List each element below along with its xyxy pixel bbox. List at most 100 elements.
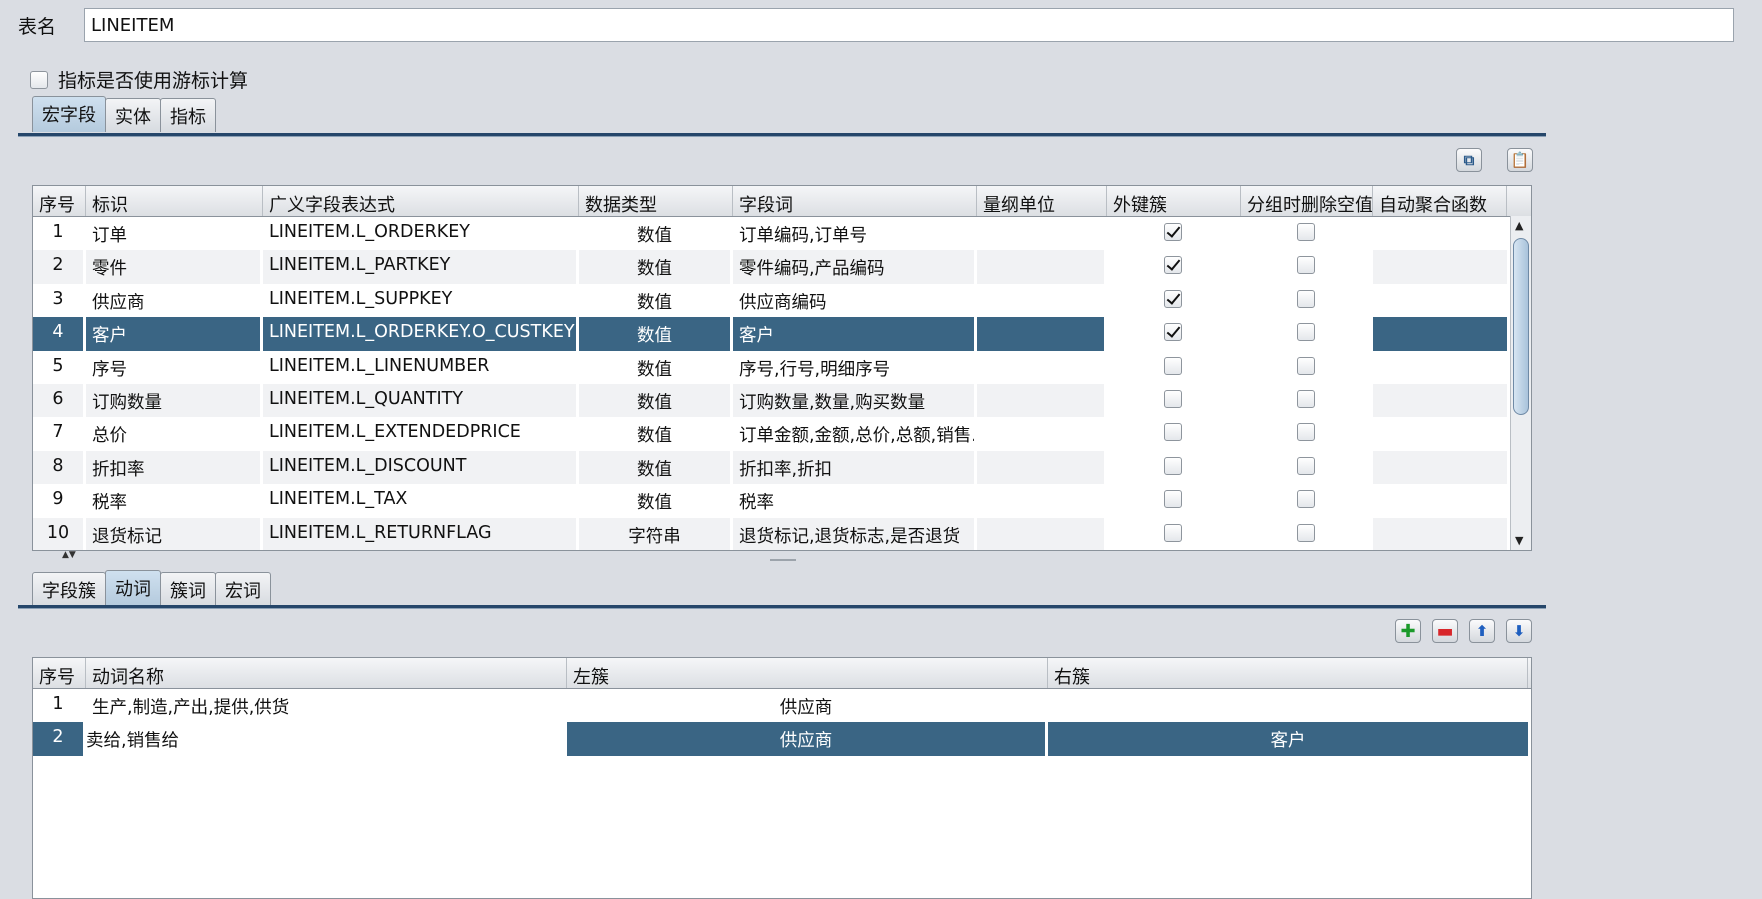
table-cell-no[interactable]: 2 xyxy=(33,250,83,284)
table-cell-del_null[interactable] xyxy=(1241,250,1370,283)
remove-null-checkbox[interactable] xyxy=(1296,323,1315,342)
table-cell-del_null[interactable] xyxy=(1241,518,1370,550)
foreign-key-checkbox[interactable] xyxy=(1163,456,1182,475)
splitter-grip-icon[interactable] xyxy=(770,559,796,561)
splitter-collapse-icon[interactable]: ▲▼ xyxy=(62,550,76,560)
table-cell-agg[interactable] xyxy=(1373,450,1507,485)
table-cell-type[interactable]: 数值 xyxy=(579,351,730,384)
cursor-calc-option[interactable]: 指标是否使用游标计算 xyxy=(30,66,248,93)
table-row[interactable]: 4 客户 LINEITEM.L_ORDERKEY.O_CUSTKEY 数值 客户 xyxy=(33,317,1531,351)
foreign-key-checkbox[interactable] xyxy=(1163,256,1182,275)
tab-field-cluster[interactable]: 字段簇 xyxy=(32,572,106,606)
remove-null-checkbox[interactable] xyxy=(1296,356,1315,375)
table-cell-fk[interactable] xyxy=(1107,317,1238,350)
table-cell-unit[interactable] xyxy=(977,317,1104,351)
table-cell-del_null[interactable] xyxy=(1241,317,1370,350)
table-cell-fk[interactable] xyxy=(1107,217,1238,250)
table-row[interactable]: 5 序号 LINEITEM.L_LINENUMBER 数值 序号,行号,明细序号 xyxy=(33,351,1531,384)
foreign-key-checkbox[interactable] xyxy=(1163,423,1182,442)
table-cell-agg[interactable] xyxy=(1373,250,1507,284)
remove-button[interactable]: ▬ xyxy=(1432,619,1458,643)
table-cell-fk[interactable] xyxy=(1107,451,1238,484)
table-cell-words[interactable]: 序号,行号,明细序号 xyxy=(733,351,974,384)
verb-cell-no[interactable]: 2 xyxy=(33,722,83,756)
table-cell-unit[interactable] xyxy=(977,217,1104,250)
fields-column-header[interactable]: 外键簇 xyxy=(1107,186,1241,216)
table-cell-id[interactable]: 供应商 xyxy=(86,284,260,317)
table-cell-type[interactable]: 数值 xyxy=(579,484,730,517)
table-cell-unit[interactable] xyxy=(977,517,1104,550)
table-cell-id[interactable]: 退货标记 xyxy=(86,517,260,550)
fields-column-header[interactable]: 数据类型 xyxy=(579,186,733,216)
foreign-key-checkbox[interactable] xyxy=(1163,323,1182,342)
table-cell-agg[interactable] xyxy=(1373,517,1507,550)
table-cell-no[interactable]: 7 xyxy=(33,417,83,450)
table-cell-expr[interactable]: LINEITEM.L_RETURNFLAG xyxy=(263,517,576,550)
remove-null-checkbox[interactable] xyxy=(1296,256,1315,275)
table-row[interactable]: 2 零件 LINEITEM.L_PARTKEY 数值 零件编码,产品编码 xyxy=(33,250,1531,284)
table-cell-expr[interactable]: LINEITEM.L_LINENUMBER xyxy=(263,351,576,384)
table-cell-fk[interactable] xyxy=(1107,484,1238,517)
table-cell-agg[interactable] xyxy=(1373,417,1507,450)
paste-button[interactable]: 📋 xyxy=(1507,148,1533,172)
verb-cell-name[interactable]: 生产,制造,产出,提供,供货 xyxy=(86,689,564,722)
table-cell-no[interactable]: 9 xyxy=(33,484,83,517)
table-cell-unit[interactable] xyxy=(977,284,1104,317)
scroll-down-arrow-icon[interactable]: ▼ xyxy=(1515,534,1523,547)
table-cell-id[interactable]: 客户 xyxy=(86,317,260,351)
table-row[interactable]: 9 税率 LINEITEM.L_TAX 数值 税率 xyxy=(33,484,1531,517)
table-cell-expr[interactable]: LINEITEM.L_QUANTITY xyxy=(263,383,576,418)
table-row[interactable]: 10 退货标记 LINEITEM.L_RETURNFLAG 字符串 退货标记,退货标志,… xyxy=(33,517,1531,550)
table-cell-expr[interactable]: LINEITEM.L_PARTKEY xyxy=(263,250,576,284)
table-cell-type[interactable]: 字符串 xyxy=(579,517,730,550)
table-row[interactable]: 1 生产,制造,产出,提供,供货 供应商 xyxy=(33,689,1531,722)
table-cell-type[interactable]: 数值 xyxy=(579,383,730,418)
foreign-key-checkbox[interactable] xyxy=(1163,289,1182,308)
table-row[interactable]: 6 订购数量 LINEITEM.L_QUANTITY 数值 订购数量,数量,购买数量 xyxy=(33,383,1531,418)
table-cell-unit[interactable] xyxy=(977,383,1104,418)
fields-column-header[interactable]: 量纲单位 xyxy=(977,186,1107,216)
table-row[interactable]: 2 卖给,销售给 供应商 客户 xyxy=(33,722,1531,756)
table-cell-words[interactable]: 客户 xyxy=(733,317,974,351)
splitter[interactable]: ▲▼ xyxy=(18,550,1530,564)
verbs-column-header[interactable]: 动词名称 xyxy=(86,658,567,688)
table-cell-no[interactable]: 8 xyxy=(33,450,83,485)
foreign-key-checkbox[interactable] xyxy=(1163,356,1182,375)
tab-cluster-word[interactable]: 簇词 xyxy=(160,572,216,606)
verbs-column-header[interactable]: 序号 xyxy=(33,658,86,688)
table-cell-id[interactable]: 折扣率 xyxy=(86,450,260,485)
fields-column-header[interactable]: 自动聚合函数 xyxy=(1373,186,1507,216)
table-cell-fk[interactable] xyxy=(1107,250,1238,283)
remove-null-checkbox[interactable] xyxy=(1296,423,1315,442)
fields-column-header[interactable]: 标识 xyxy=(86,186,263,216)
table-cell-del_null[interactable] xyxy=(1241,384,1370,417)
table-cell-expr[interactable]: LINEITEM.L_ORDERKEY xyxy=(263,217,576,250)
remove-null-checkbox[interactable] xyxy=(1296,389,1315,408)
verbs-column-header[interactable]: 右簇 xyxy=(1048,658,1528,688)
table-cell-id[interactable]: 总价 xyxy=(86,417,260,450)
foreign-key-checkbox[interactable] xyxy=(1163,490,1182,509)
copy-button[interactable]: ⧉ xyxy=(1456,148,1482,172)
table-cell-type[interactable]: 数值 xyxy=(579,450,730,485)
fields-scrollbar[interactable]: ▲ ▼ xyxy=(1510,216,1531,550)
table-cell-fk[interactable] xyxy=(1107,518,1238,550)
remove-null-checkbox[interactable] xyxy=(1296,523,1315,542)
table-cell-fk[interactable] xyxy=(1107,417,1238,450)
table-cell-unit[interactable] xyxy=(977,450,1104,485)
table-cell-agg[interactable] xyxy=(1373,383,1507,418)
scroll-up-arrow-icon[interactable]: ▲ xyxy=(1515,219,1523,232)
table-cell-words[interactable]: 订单编码,订单号 xyxy=(733,217,974,250)
remove-null-checkbox[interactable] xyxy=(1296,490,1315,509)
table-cell-id[interactable]: 税率 xyxy=(86,484,260,517)
table-cell-type[interactable]: 数值 xyxy=(579,250,730,284)
tab-metric[interactable]: 指标 xyxy=(160,98,216,132)
table-cell-agg[interactable] xyxy=(1373,284,1507,317)
table-name-input[interactable] xyxy=(84,8,1734,42)
table-cell-id[interactable]: 订购数量 xyxy=(86,383,260,418)
table-cell-words[interactable]: 订购数量,数量,购买数量 xyxy=(733,383,974,418)
table-cell-agg[interactable] xyxy=(1373,484,1507,517)
tab-verb[interactable]: 动词 xyxy=(105,570,161,606)
table-cell-no[interactable]: 1 xyxy=(33,217,83,250)
table-cell-words[interactable]: 订单金额,金额,总价,总额,销售... xyxy=(733,417,974,450)
verb-cell-left[interactable]: 供应商 xyxy=(567,689,1045,722)
